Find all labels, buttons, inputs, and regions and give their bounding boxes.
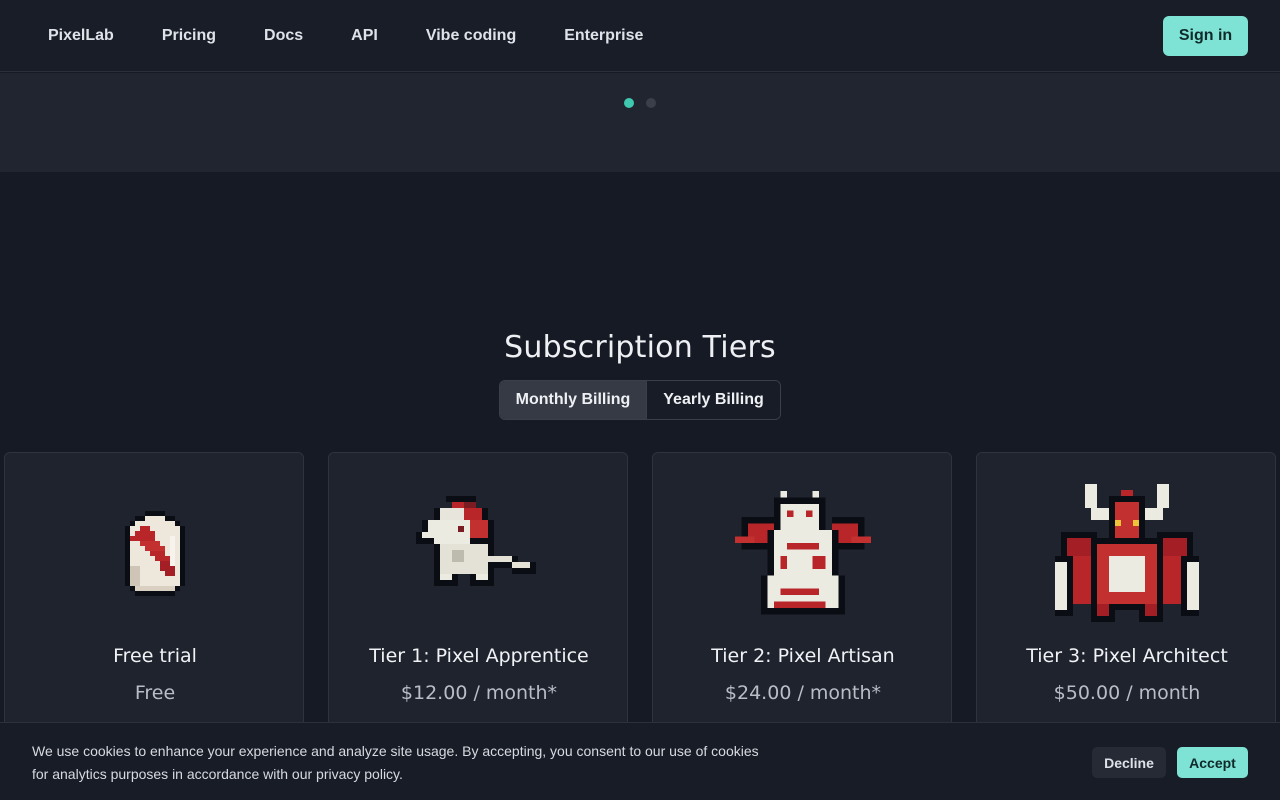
nav-link-enterprise[interactable]: Enterprise xyxy=(564,27,643,45)
winged-dragon-sprite-icon xyxy=(653,481,953,631)
cookie-message: We use cookies to enhance your experienc… xyxy=(32,740,812,786)
carousel-dot-2[interactable] xyxy=(646,98,656,108)
sign-in-button[interactable]: Sign in xyxy=(1163,15,1248,56)
hero-carousel xyxy=(0,73,1280,172)
tier-name: Free trial xyxy=(113,645,197,667)
nav-link-api[interactable]: API xyxy=(351,27,378,45)
egg-sprite-icon xyxy=(5,481,305,631)
red-demon-dragon-sprite-icon xyxy=(1055,484,1199,622)
nav-brand-pixellab[interactable]: PixelLab xyxy=(48,27,114,45)
white-dragon-sprite-icon xyxy=(329,481,629,631)
cookie-message-line-2: for analytics purposes in accordance wit… xyxy=(32,766,403,782)
cookie-message-line-1: We use cookies to enhance your experienc… xyxy=(32,743,759,759)
decline-cookies-button[interactable]: Decline xyxy=(1092,747,1166,778)
tier-name: Tier 1: Pixel Apprentice xyxy=(369,645,589,667)
top-navigation: PixelLab Pricing Docs API Vibe coding En… xyxy=(0,0,1280,72)
nav-links: PixelLab Pricing Docs API Vibe coding En… xyxy=(48,27,691,45)
winged-dragon-sprite-icon xyxy=(735,491,871,615)
tier-price: $50.00 / month xyxy=(1053,682,1201,704)
tier-price: Free xyxy=(134,682,176,704)
tier-price: $24.00 / month* xyxy=(724,682,882,704)
egg-sprite-icon xyxy=(125,511,185,596)
nav-link-vibe-coding[interactable]: Vibe coding xyxy=(426,27,516,45)
cookie-banner: We use cookies to enhance your experienc… xyxy=(0,722,1280,800)
accept-cookies-button[interactable]: Accept xyxy=(1177,747,1248,778)
nav-link-pricing[interactable]: Pricing xyxy=(162,27,216,45)
tier-name: Tier 3: Pixel Architect xyxy=(1026,645,1228,667)
tier-price: $12.00 / month* xyxy=(400,682,558,704)
subscription-title: Subscription Tiers xyxy=(504,330,776,365)
nav-link-docs[interactable]: Docs xyxy=(264,27,303,45)
carousel-dots xyxy=(624,98,656,108)
tier-name: Tier 2: Pixel Artisan xyxy=(711,645,895,667)
red-demon-dragon-sprite-icon xyxy=(977,481,1277,631)
monthly-billing-tab[interactable]: Monthly Billing xyxy=(500,381,647,419)
yearly-billing-tab[interactable]: Yearly Billing xyxy=(647,381,780,419)
carousel-dot-1[interactable] xyxy=(624,98,634,108)
billing-toggle: Monthly Billing Yearly Billing xyxy=(499,380,781,420)
white-dragon-sprite-icon xyxy=(416,496,536,586)
